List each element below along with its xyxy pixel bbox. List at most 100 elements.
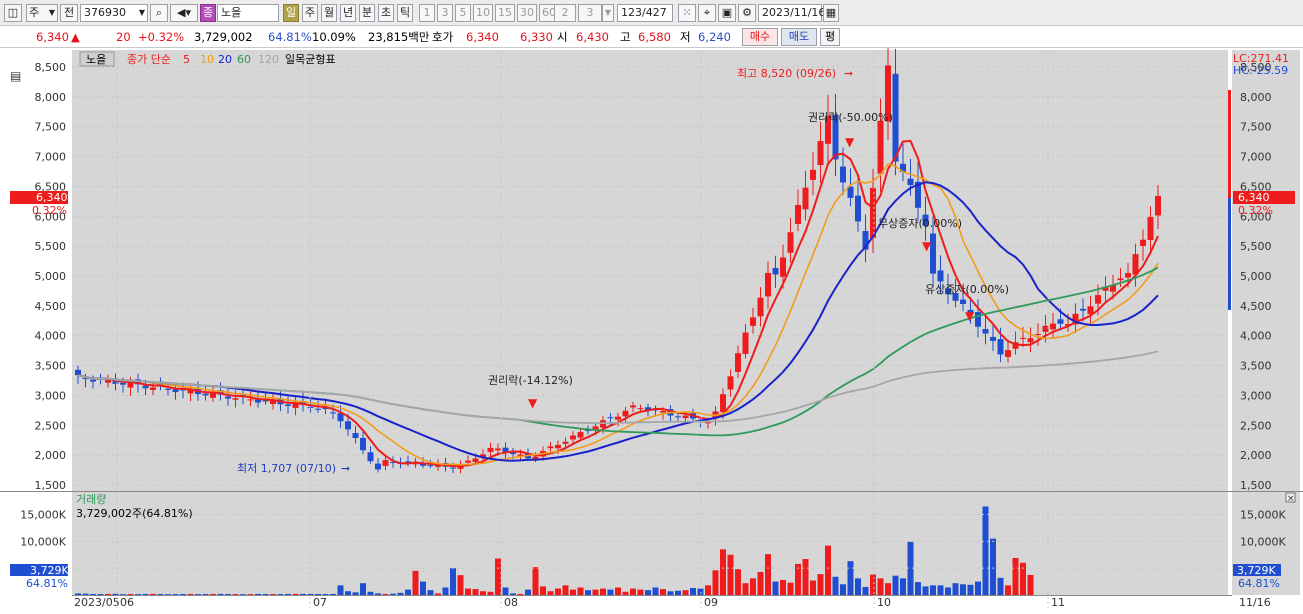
y-tick-left-3: 3,000 [35,389,67,402]
candle-body [855,195,861,222]
tick-value-2[interactable]: 3 [578,4,602,22]
volume-tag-left-value: 3,729K [30,564,69,577]
volume-tag-left-pct: 64.81% [26,577,68,590]
volume-bar [75,593,81,595]
period-button-5[interactable]: 초 [378,4,394,22]
stock-code-input[interactable]: 376930 ▼ [80,4,148,22]
gear-icon[interactable]: ⚙ [738,4,756,22]
volume-bar [465,588,471,595]
candle-body [142,385,149,389]
minute-button-15[interactable]: 15 [495,4,515,22]
volume-bar [570,589,576,595]
period-button-2[interactable]: 월 [321,4,337,22]
chevron-down-icon[interactable]: ▼ [602,4,614,22]
volume-bar [172,594,179,595]
volume-bar [165,594,171,595]
period-button-3[interactable]: 년 [340,4,356,22]
volume-tag-right-pct: 64.81% [1238,577,1280,590]
volume-bar [97,594,104,595]
volume-bar [127,594,134,595]
candle-body [907,178,914,186]
volume-bar [375,593,381,595]
save-icon[interactable]: ▣ [718,4,736,22]
volume-bar [922,586,929,595]
volume-bar [217,593,224,595]
market-select[interactable]: 주 ▼ [26,4,58,22]
period-button-1[interactable]: 주 [302,4,318,22]
minute-button-10[interactable]: 10 [473,4,493,22]
stock-name-field[interactable]: 노을 [217,4,279,22]
volume-bar [382,593,389,595]
search-icon[interactable]: ⌕ [150,4,168,22]
volume-bar [750,578,756,595]
volume-bar [397,592,404,595]
volume-bar [645,590,651,595]
eval-button[interactable]: 평 [820,28,840,46]
volume-bar [495,558,501,595]
volume-bar [330,593,336,595]
sell-button[interactable]: 매도 [781,28,817,46]
layout-icon[interactable]: ◫ [4,4,22,22]
minute-button-3[interactable]: 3 [437,4,453,22]
candle-body [495,448,501,451]
candle-body [360,437,366,451]
hc-bar [1228,198,1231,310]
volume-bar [180,593,186,595]
x-label-3: 08 [504,596,518,609]
candle-body [1027,338,1034,343]
candle-body [727,376,734,390]
volume-bar [142,593,149,595]
up-arrow-icon: ▲ [71,30,80,44]
volume-bar [525,589,531,595]
candle-body [877,120,884,174]
candle-body [172,389,179,393]
grid-icon[interactable]: ⁙ [678,4,696,22]
volume-bar [1027,574,1034,595]
volume-bar [817,574,824,595]
buy-button[interactable]: 매수 [742,28,778,46]
list-icon[interactable]: ▤ [10,69,21,83]
volume-bar [562,585,569,595]
price-chart[interactable]: ▤ 1,500 2,000 2,500 3,000 3,500 4,000 4,500 5,0… [0,48,1303,614]
period-button-0[interactable]: 일 [283,4,299,22]
crosshair-icon[interactable]: ⌖ [698,4,716,22]
date-field[interactable]: 2023/11/16 [758,4,825,22]
volume-bar [630,588,636,595]
period-button-4[interactable]: 분 [359,4,375,22]
volume-bar [765,554,771,595]
speaker-icon[interactable]: ◀▾ [170,4,198,22]
legend-stock-name: 노을 [86,53,106,66]
minute-button-5[interactable]: 5 [455,4,471,22]
volume-bar [735,569,741,595]
close-icon-glyph: × [1287,494,1295,504]
type-select[interactable]: 전 [60,4,78,22]
capital-annotation-1: 무상증자(0.00%) [878,217,962,230]
volume-bar [240,594,246,595]
legend-ma120: 120 [258,53,279,66]
volume-bar [285,593,291,595]
arrow-down-icon: ▼ [922,239,932,253]
stock-name-value: 노을 [221,6,242,19]
volume-tag-right-value: 3,729K [1237,564,1276,577]
tick-value-1[interactable]: 2 [554,4,576,22]
volume-bar [360,583,366,595]
price-tag-left-pct: 0.32% [32,204,67,217]
minute-button-30[interactable]: 30 [517,4,537,22]
volume-bar [600,588,606,595]
volume-bar [990,538,996,595]
candle-body [90,379,96,382]
calendar-icon[interactable]: ▦ [823,4,839,22]
volume-bar [157,594,164,595]
market-select-value: 주 [29,6,40,19]
candle-body [352,433,359,439]
volume-bar [187,593,194,595]
y-axis-right: 1,500 2,000 2,500 3,000 3,500 4,000 4,500 5,000… [1240,61,1272,492]
period-button-6[interactable]: 틱 [397,4,413,22]
count-field[interactable]: 123/427 [617,4,673,22]
minute-button-1[interactable]: 1 [419,4,435,22]
volume-bar [480,591,486,595]
y-tick-right-7: 5,000 [1240,270,1272,283]
volume-bar [982,506,989,595]
candle-body [562,441,569,444]
volume-bar [457,575,464,595]
